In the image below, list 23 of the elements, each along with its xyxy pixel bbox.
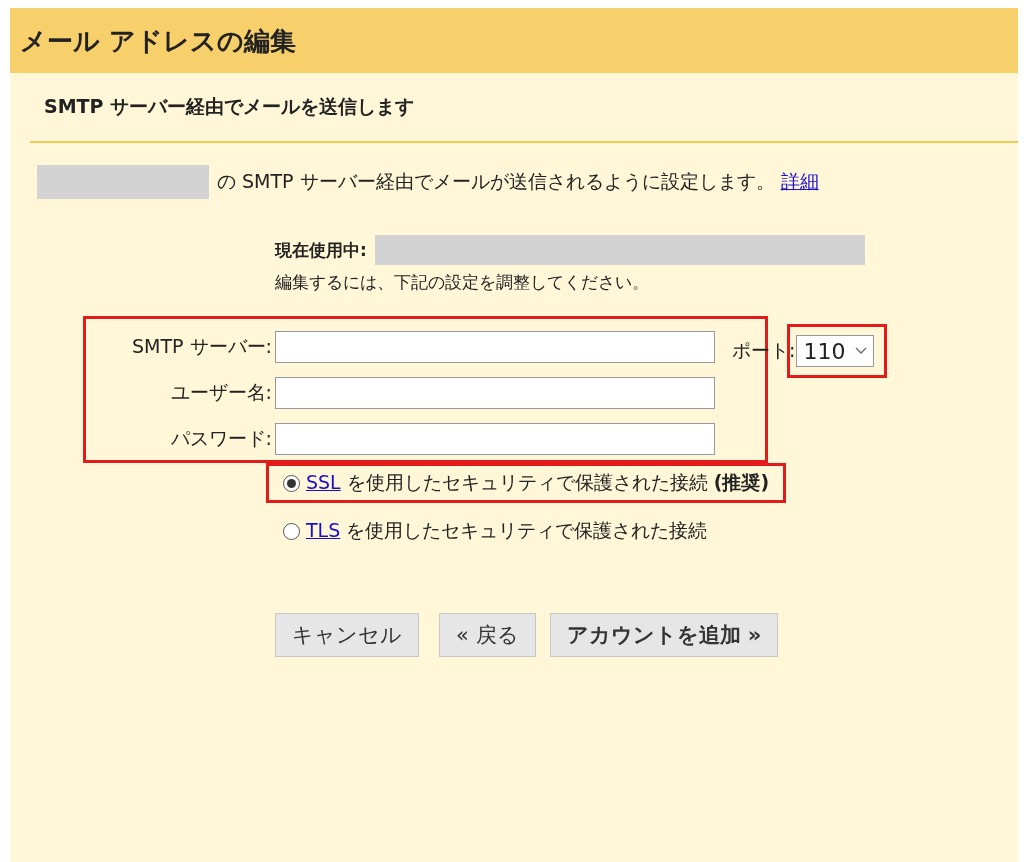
security-option-text: TLS を使用したセキュリティで保護された接続 — [306, 518, 708, 543]
input-field[interactable] — [275, 423, 715, 455]
intro-text: の SMTP サーバー経由でメールが送信されるように設定します。 詳細 — [217, 169, 819, 194]
window-title: メール アドレスの編集 — [10, 8, 1018, 73]
form-button[interactable]: « 戻る — [439, 613, 536, 657]
radio-button[interactable] — [283, 522, 300, 540]
edit-note: 編集するには、下記の設定を調整してください。 — [275, 271, 650, 294]
protocol-link[interactable]: SSL — [306, 471, 341, 493]
form-button[interactable]: アカウントを追加 » — [549, 613, 779, 657]
field-label: ユーザー名: — [169, 380, 272, 405]
details-link[interactable]: 詳細 — [780, 170, 819, 192]
field-label: パスワード: — [169, 426, 272, 451]
chevron-down-icon — [855, 347, 868, 355]
radio-button[interactable] — [283, 474, 300, 492]
field-label: SMTP サーバー: — [131, 334, 272, 359]
port-select[interactable]: 110 — [796, 335, 875, 367]
input-field[interactable] — [275, 377, 715, 409]
protocol-link[interactable]: TLS — [306, 519, 341, 541]
current-label: 現在使用中: — [275, 238, 367, 262]
security-option-text: SSL を使用したセキュリティで保護された接続 (推奨) — [306, 470, 770, 495]
form-button[interactable]: キャンセル — [275, 613, 419, 657]
input-field[interactable] — [275, 331, 715, 363]
section-title: SMTP サーバー経由でメールを送信します — [30, 73, 1018, 143]
